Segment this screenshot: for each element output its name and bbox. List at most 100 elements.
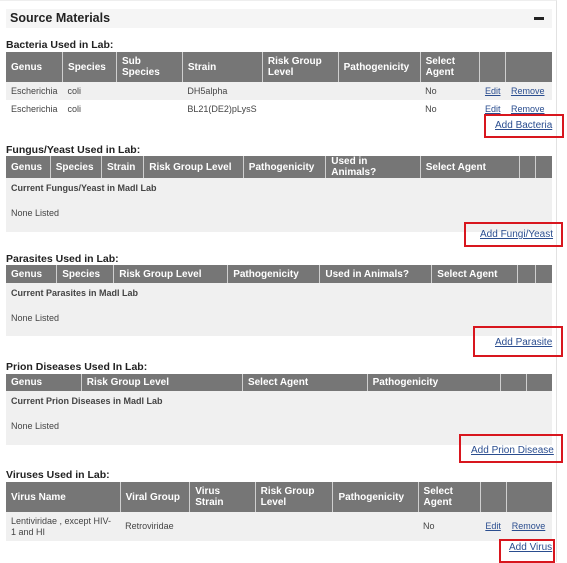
remove-link[interactable]: Remove — [512, 521, 546, 531]
highlight-box — [499, 539, 555, 563]
edit-link[interactable]: Edit — [485, 521, 501, 531]
table-header-row: Genus Risk Group Level Select Agent Path… — [6, 374, 552, 391]
column-header — [500, 374, 527, 391]
strain-cell: DH5alpha — [182, 82, 263, 100]
column-header[interactable]: Pathogenicity — [227, 265, 321, 283]
column-header[interactable]: Pathogenicity — [243, 156, 327, 178]
strain-cell: BL21(DE2)pLysS — [182, 100, 263, 118]
column-header[interactable]: Select Agent — [420, 52, 481, 82]
remove-link[interactable]: Remove — [511, 86, 545, 96]
column-header[interactable]: Risk Group Level — [255, 482, 334, 512]
column-header[interactable]: Genus — [6, 156, 51, 178]
column-header[interactable]: Genus — [6, 374, 82, 391]
column-header[interactable]: Risk Group Level — [81, 374, 243, 391]
minus-icon[interactable] — [534, 17, 544, 20]
column-header[interactable]: Strain — [101, 156, 145, 178]
highlight-box — [484, 114, 564, 138]
panel-header[interactable]: Source Materials — [6, 9, 552, 28]
sub-species-cell — [116, 82, 183, 100]
column-header — [517, 265, 536, 283]
pathogenicity-cell — [338, 82, 421, 100]
column-header — [479, 52, 507, 82]
viral-group-cell: Retroviridae — [120, 512, 190, 541]
table-header-row: Genus Species Strain Risk Group Level Pa… — [6, 156, 552, 178]
table-row: Escherichia coli DH5alpha No Edit Remove — [6, 82, 552, 100]
table-header-row: Virus Name Viral Group Virus Strain Risk… — [6, 482, 552, 512]
none-listed-label: None Listed — [11, 421, 60, 431]
highlight-box — [464, 222, 563, 247]
column-header[interactable]: Risk Group Level — [113, 265, 229, 283]
column-header — [506, 482, 552, 512]
bacteria-section-title: Bacteria Used in Lab: — [6, 39, 114, 51]
column-header[interactable]: Virus Strain — [189, 482, 256, 512]
panel-title: Source Materials — [10, 11, 111, 25]
column-header — [505, 52, 552, 82]
remove-cell: Remove — [505, 82, 552, 100]
source-materials-panel: Source Materials Bacteria Used in Lab: G… — [0, 0, 564, 563]
remove-link[interactable]: Remove — [511, 104, 545, 114]
virus-name-cell: Lentiviridae , except HIV-1 and HI — [6, 512, 121, 541]
column-header[interactable]: Virus Name — [6, 482, 121, 512]
column-header[interactable]: Viral Group — [120, 482, 191, 512]
highlight-box — [459, 434, 563, 463]
column-header[interactable]: Select Agent — [431, 265, 519, 283]
column-header[interactable]: Used in Animals? — [319, 265, 433, 283]
column-header[interactable]: Sub Species — [116, 52, 183, 82]
column-header[interactable]: Risk Group Level — [143, 156, 244, 178]
column-header — [519, 156, 537, 178]
column-header[interactable]: Used in Animals? — [325, 156, 421, 178]
select-agent-cell: No — [420, 82, 480, 100]
genus-cell: Escherichia — [6, 82, 63, 100]
table-row: Escherichia coli BL21(DE2)pLysS No Edit … — [6, 100, 552, 118]
column-header — [535, 156, 552, 178]
fungus-table: Genus Species Strain Risk Group Level Pa… — [6, 156, 552, 232]
column-header[interactable]: Select Agent — [418, 482, 481, 512]
risk-group-cell — [262, 82, 339, 100]
none-listed-label: None Listed — [11, 313, 60, 323]
none-listed-label: None Listed — [11, 208, 60, 218]
current-list-label: Current Prion Diseases in Madl Lab — [11, 396, 163, 406]
sub-species-cell — [116, 100, 183, 118]
column-header — [526, 374, 552, 391]
parasites-section-title: Parasites Used in Lab: — [6, 253, 119, 265]
remove-cell: Remove — [506, 512, 552, 541]
current-list-label: Current Fungus/Yeast in Madl Lab — [11, 183, 157, 193]
column-header[interactable]: Genus — [6, 265, 58, 283]
empty-row: Current Parasites in Madl Lab None Liste… — [6, 283, 552, 336]
highlight-box — [473, 326, 563, 357]
parasites-table: Genus Species Risk Group Level Pathogeni… — [6, 265, 552, 336]
column-header[interactable]: Select Agent — [242, 374, 368, 391]
select-agent-cell: No — [420, 100, 480, 118]
edit-link[interactable]: Edit — [485, 104, 501, 114]
virus-strain-cell — [189, 512, 256, 541]
fungus-section-title: Fungus/Yeast Used in Lab: — [6, 144, 141, 156]
column-header[interactable]: Pathogenicity — [367, 374, 501, 391]
species-cell: coli — [62, 82, 117, 100]
column-header[interactable]: Risk Group Level — [262, 52, 339, 82]
edit-cell: Edit — [479, 82, 506, 100]
column-header — [480, 482, 508, 512]
genus-cell: Escherichia — [6, 100, 63, 118]
edit-cell: Edit — [480, 512, 507, 541]
column-header — [535, 265, 552, 283]
column-header[interactable]: Genus — [6, 52, 64, 82]
select-agent-cell: No — [418, 512, 481, 541]
viruses-table: Virus Name Viral Group Virus Strain Risk… — [6, 482, 552, 541]
column-header[interactable]: Species — [62, 52, 117, 82]
empty-cell: Current Parasites in Madl Lab None Liste… — [6, 283, 552, 336]
pathogenicity-cell — [332, 512, 419, 541]
edit-link[interactable]: Edit — [485, 86, 501, 96]
column-header[interactable]: Strain — [182, 52, 263, 82]
current-list-label: Current Parasites in Madl Lab — [11, 288, 139, 298]
risk-group-cell — [262, 100, 339, 118]
column-header[interactable]: Pathogenicity — [338, 52, 421, 82]
column-header[interactable]: Species — [50, 156, 103, 178]
column-header[interactable]: Species — [56, 265, 115, 283]
prions-section-title: Prion Diseases Used In Lab: — [6, 361, 148, 373]
species-cell: coli — [62, 100, 117, 118]
column-header[interactable]: Select Agent — [420, 156, 521, 178]
bacteria-table: Genus Species Sub Species Strain Risk Gr… — [6, 52, 552, 118]
risk-group-cell — [255, 512, 333, 541]
column-header[interactable]: Pathogenicity — [332, 482, 419, 512]
table-header-row: Genus Species Risk Group Level Pathogeni… — [6, 265, 552, 283]
